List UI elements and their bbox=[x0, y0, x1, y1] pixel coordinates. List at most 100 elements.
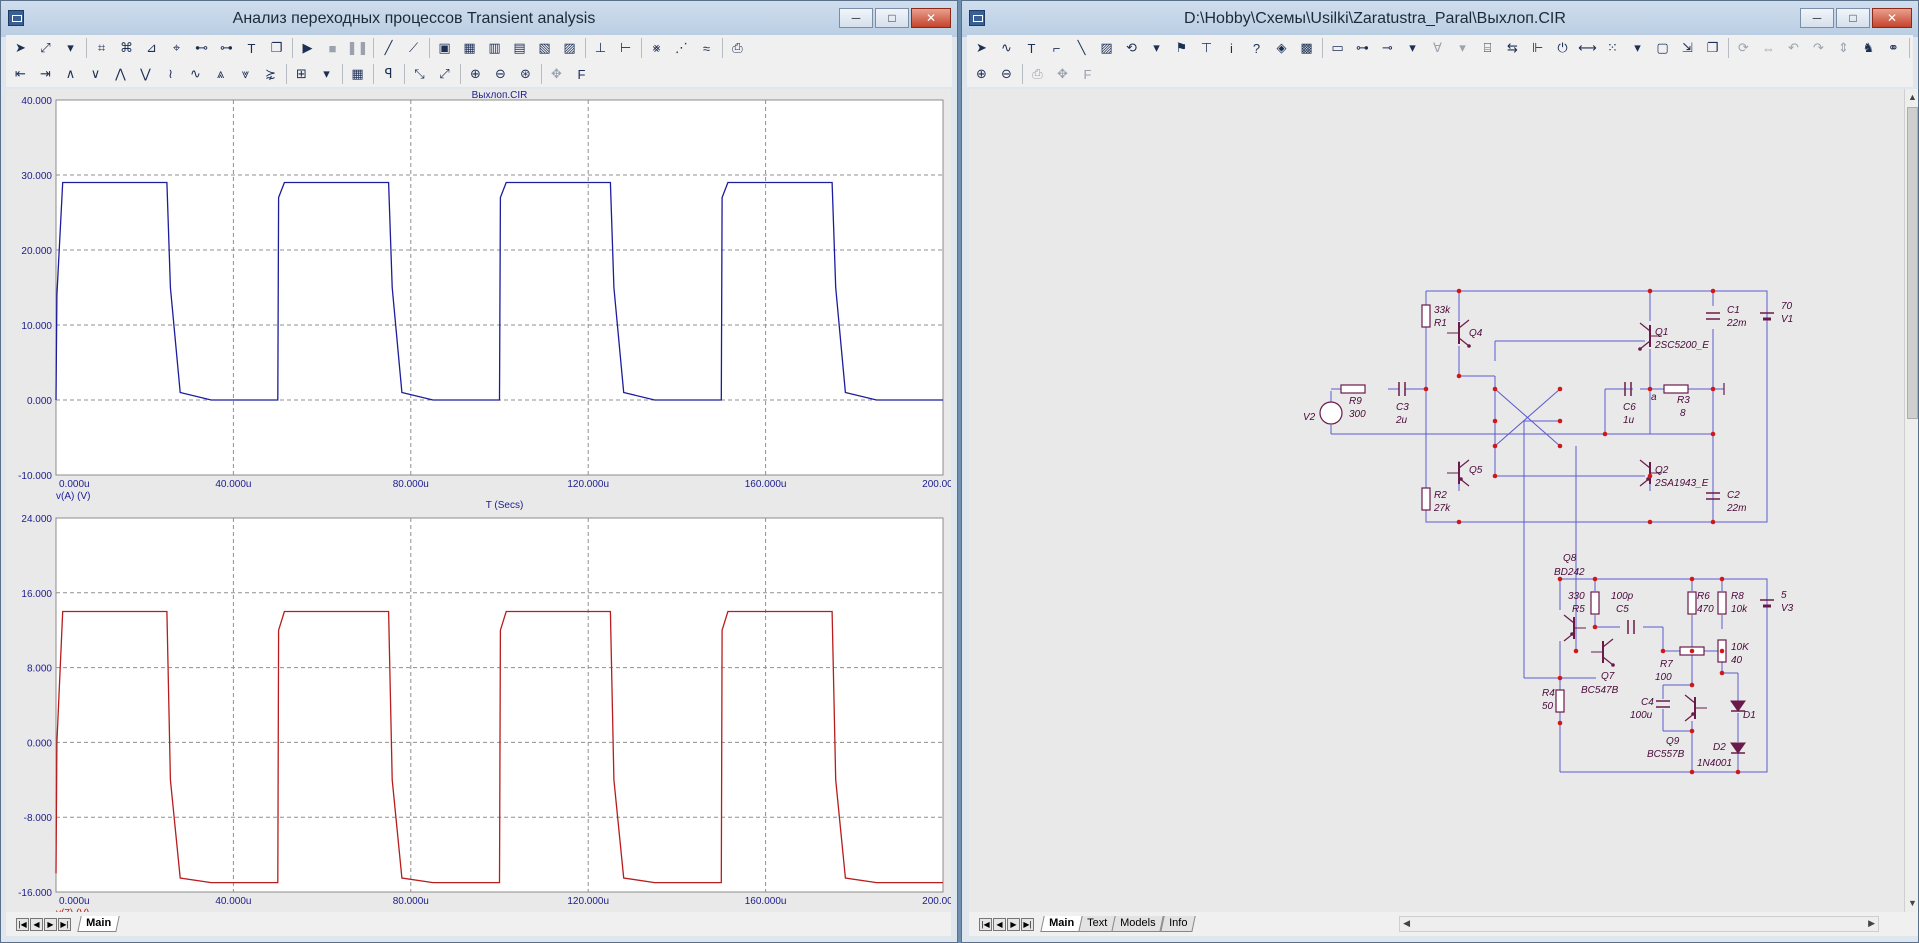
minimize-button[interactable]: ─ bbox=[839, 8, 873, 28]
prev-tab-icon[interactable]: ◀ bbox=[30, 917, 43, 931]
scroll-right-icon[interactable]: ▶ bbox=[1868, 918, 1875, 929]
tag-horizontal-icon[interactable]: ⊷ bbox=[191, 38, 212, 59]
probe-icon[interactable]: ꟼ bbox=[378, 64, 399, 85]
pan-icon[interactable]: ✥ bbox=[1052, 64, 1073, 85]
redo-icon[interactable]: ↷ bbox=[1808, 38, 1829, 59]
undo-icon[interactable]: ↶ bbox=[1783, 38, 1804, 59]
run-icon[interactable]: ▶ bbox=[297, 38, 318, 59]
shape-icon[interactable]: ⟲ bbox=[1121, 38, 1142, 59]
data-points-icon[interactable]: ⋰ bbox=[671, 38, 692, 59]
minor-grid-icon[interactable]: ▥ bbox=[484, 38, 505, 59]
close-button[interactable]: ✕ bbox=[1872, 8, 1912, 28]
zoom-out-icon[interactable]: ⊖ bbox=[996, 64, 1017, 85]
x-axis-icon[interactable]: ⊥ bbox=[590, 38, 611, 59]
graphics-icon[interactable]: ▨ bbox=[1096, 38, 1117, 59]
bus-icon[interactable]: ⇆ bbox=[1502, 38, 1523, 59]
walk-icon[interactable]: ♞ bbox=[1858, 38, 1879, 59]
dropdown-arrow-icon[interactable]: ▾ bbox=[60, 38, 81, 59]
tag-point-icon[interactable]: ⌖ bbox=[166, 38, 187, 59]
vertical-scrollbar[interactable]: ▲ ▼ bbox=[1904, 89, 1918, 912]
dropdown-arrow-icon[interactable]: ▾ bbox=[316, 64, 337, 85]
close-button[interactable]: ✕ bbox=[911, 8, 951, 28]
tag-vertical-icon[interactable]: ⊶ bbox=[216, 38, 237, 59]
cursor-left-icon[interactable]: ⇤ bbox=[10, 64, 31, 85]
mirror-icon[interactable]: ⇕ bbox=[1833, 38, 1854, 59]
scroll-thumb[interactable] bbox=[1907, 107, 1918, 419]
component-icon[interactable]: ▩ bbox=[1296, 38, 1317, 59]
grid-bold-icon[interactable]: ▤ bbox=[509, 38, 530, 59]
tab-info[interactable]: Info bbox=[1160, 916, 1196, 932]
pin-icon[interactable]: ⊤ bbox=[1196, 38, 1217, 59]
plot-properties-icon[interactable]: ⌗ bbox=[91, 38, 112, 59]
attribute-icon[interactable]: ∀ bbox=[1427, 38, 1448, 59]
wire-bend-icon[interactable]: ⌐ bbox=[1046, 38, 1067, 59]
last-tab-icon[interactable]: ▶| bbox=[1021, 917, 1034, 931]
schematic-canvas[interactable]: 33k R1 Q4 Q1 2SC5200_E C1 22m 70 V1 R9 300 C3 2u V2 C6… bbox=[969, 89, 1904, 912]
node-numbers-icon[interactable]: ⊶ bbox=[1352, 38, 1373, 59]
first-tab-icon[interactable]: |◀ bbox=[979, 917, 992, 931]
last-tab-icon[interactable]: ▶| bbox=[58, 917, 71, 931]
dropdown-arrow-icon[interactable]: ▾ bbox=[1627, 38, 1648, 59]
info-icon[interactable]: i bbox=[1221, 38, 1242, 59]
tab-main[interactable]: Main bbox=[1040, 916, 1083, 932]
zoom-fit-icon[interactable]: ⊛ bbox=[515, 64, 536, 85]
tab-models[interactable]: Models bbox=[1111, 916, 1165, 932]
rotate-icon[interactable]: ⟳ bbox=[1733, 38, 1754, 59]
copy-icon[interactable]: ❐ bbox=[266, 38, 287, 59]
next-tab-icon[interactable]: ▶ bbox=[44, 917, 57, 931]
add-curve-icon[interactable]: ⊿ bbox=[141, 38, 162, 59]
copy-icon[interactable]: ❐ bbox=[1702, 38, 1723, 59]
cursor-right-icon[interactable]: ⇥ bbox=[35, 64, 56, 85]
maximize-button[interactable]: □ bbox=[875, 8, 909, 28]
on-off-icon[interactable]: ⏻ bbox=[1552, 38, 1573, 59]
wire-tool-icon[interactable]: ∿ bbox=[996, 38, 1017, 59]
text-box-icon[interactable]: ▭ bbox=[1327, 38, 1348, 59]
snap-icon[interactable]: ⊞ bbox=[291, 64, 312, 85]
scroll-left-icon[interactable]: ◀ bbox=[1403, 918, 1410, 929]
next-valley-icon[interactable]: ∨ bbox=[85, 64, 106, 85]
global-low-icon[interactable]: ⩔ bbox=[235, 64, 256, 85]
line-tool-icon[interactable]: ╲ bbox=[1071, 38, 1092, 59]
next-peak-icon[interactable]: ∧ bbox=[60, 64, 81, 85]
scroll-down-icon[interactable]: ▼ bbox=[1905, 895, 1918, 912]
text-tool-icon[interactable]: T bbox=[241, 38, 262, 59]
slope-icon[interactable]: ⋩ bbox=[260, 64, 281, 85]
peak-valley-icon[interactable]: ≀ bbox=[160, 64, 181, 85]
save-image-icon[interactable]: ⎙ bbox=[727, 38, 748, 59]
border-icon[interactable]: ▢ bbox=[1652, 38, 1673, 59]
font-icon[interactable]: F bbox=[571, 64, 592, 85]
horizontal-tag-icon[interactable]: ≈ bbox=[696, 38, 717, 59]
font-icon[interactable]: F bbox=[1077, 64, 1098, 85]
help-icon[interactable]: ? bbox=[1246, 38, 1267, 59]
dropdown-arrow-icon[interactable]: ▾ bbox=[1402, 38, 1423, 59]
title-bar[interactable]: Анализ переходных процессов Transient an… bbox=[1, 1, 957, 37]
inflection-icon[interactable]: ∿ bbox=[185, 64, 206, 85]
stop-icon[interactable]: ■ bbox=[322, 38, 343, 59]
prev-tab-icon[interactable]: ◀ bbox=[993, 917, 1006, 931]
next-low-icon[interactable]: ⋁ bbox=[135, 64, 156, 85]
dropdown-arrow-icon[interactable]: ▾ bbox=[1452, 38, 1473, 59]
resistor-icon[interactable]: ⌸ bbox=[1477, 38, 1498, 59]
first-tab-icon[interactable]: |◀ bbox=[16, 917, 29, 931]
select-arrow-icon[interactable]: ➤ bbox=[971, 38, 992, 59]
print-icon[interactable]: ⎙ bbox=[1027, 64, 1048, 85]
next-high-icon[interactable]: ⋀ bbox=[110, 64, 131, 85]
frame-icon[interactable]: ▣ bbox=[434, 38, 455, 59]
pan-icon[interactable]: ✥ bbox=[546, 64, 567, 85]
plot-grid-icon[interactable]: ⌘ bbox=[116, 38, 137, 59]
probe-icon[interactable]: ⇲ bbox=[1677, 38, 1698, 59]
next-tab-icon[interactable]: ▶ bbox=[1007, 917, 1020, 931]
zoom-out-icon[interactable]: ⊖ bbox=[490, 64, 511, 85]
horizontal-scrollbar[interactable]: ◀ ▶ bbox=[1399, 916, 1880, 932]
scale-y-icon[interactable]: ⤢ bbox=[434, 64, 455, 85]
maximize-button[interactable]: □ bbox=[1836, 8, 1870, 28]
pin-markers-icon[interactable]: ⊸ bbox=[1377, 38, 1398, 59]
flip-horizontal-icon[interactable]: ⇔ bbox=[1758, 38, 1779, 59]
zoom-in-icon[interactable]: ⊕ bbox=[971, 64, 992, 85]
tab-main[interactable]: Main bbox=[77, 916, 120, 932]
scale-x-icon[interactable]: ⤡ bbox=[409, 64, 430, 85]
pause-icon[interactable]: ❚❚ bbox=[347, 38, 369, 59]
token-icon[interactable]: ⨳ bbox=[646, 38, 667, 59]
grid-dots-icon[interactable]: ⁙ bbox=[1602, 38, 1623, 59]
global-high-icon[interactable]: ⩓ bbox=[210, 64, 231, 85]
